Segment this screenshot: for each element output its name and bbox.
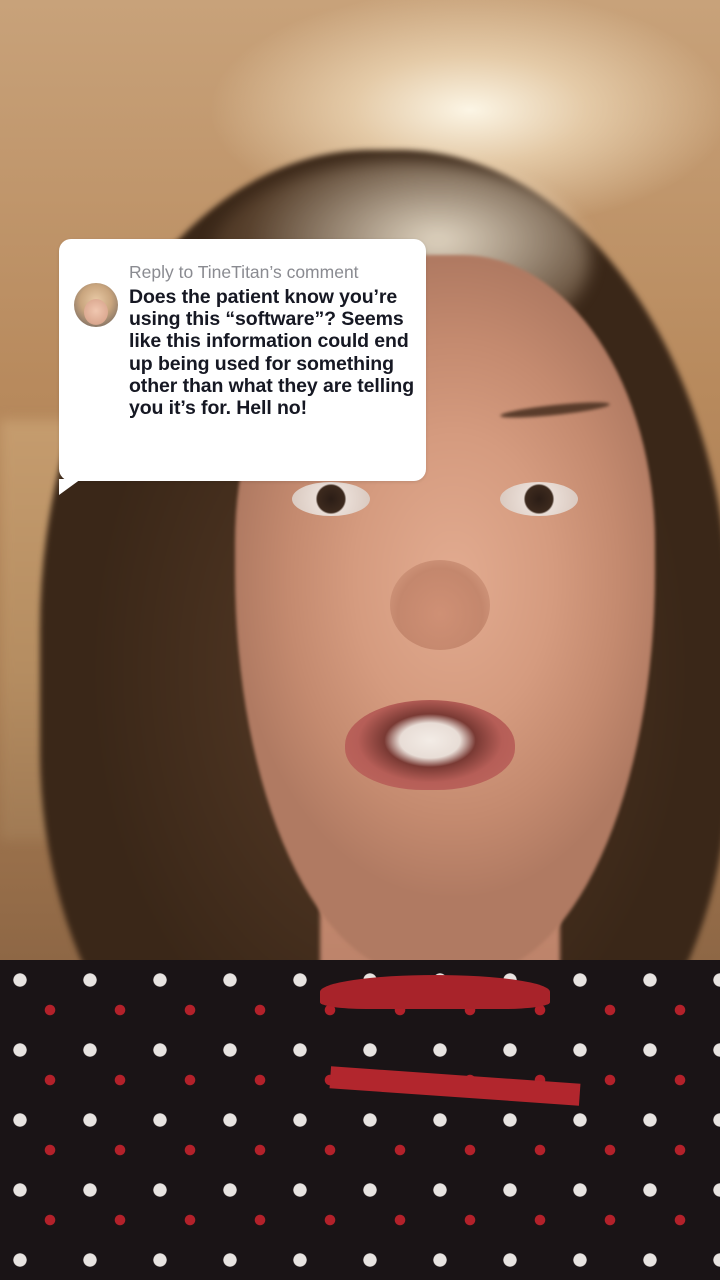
shirt-collar <box>320 975 550 1009</box>
video-frame[interactable] <box>0 0 720 1280</box>
reply-bubble-tail <box>59 479 81 495</box>
person-nose <box>390 560 490 650</box>
commenter-avatar-icon[interactable] <box>74 283 118 327</box>
comment-text: Does the patient know you’re using this … <box>129 286 415 420</box>
left-eye <box>292 482 370 516</box>
reply-header: Reply to TineTitan’s comment <box>129 262 359 282</box>
right-eye <box>500 482 578 516</box>
person-mouth <box>345 700 515 790</box>
